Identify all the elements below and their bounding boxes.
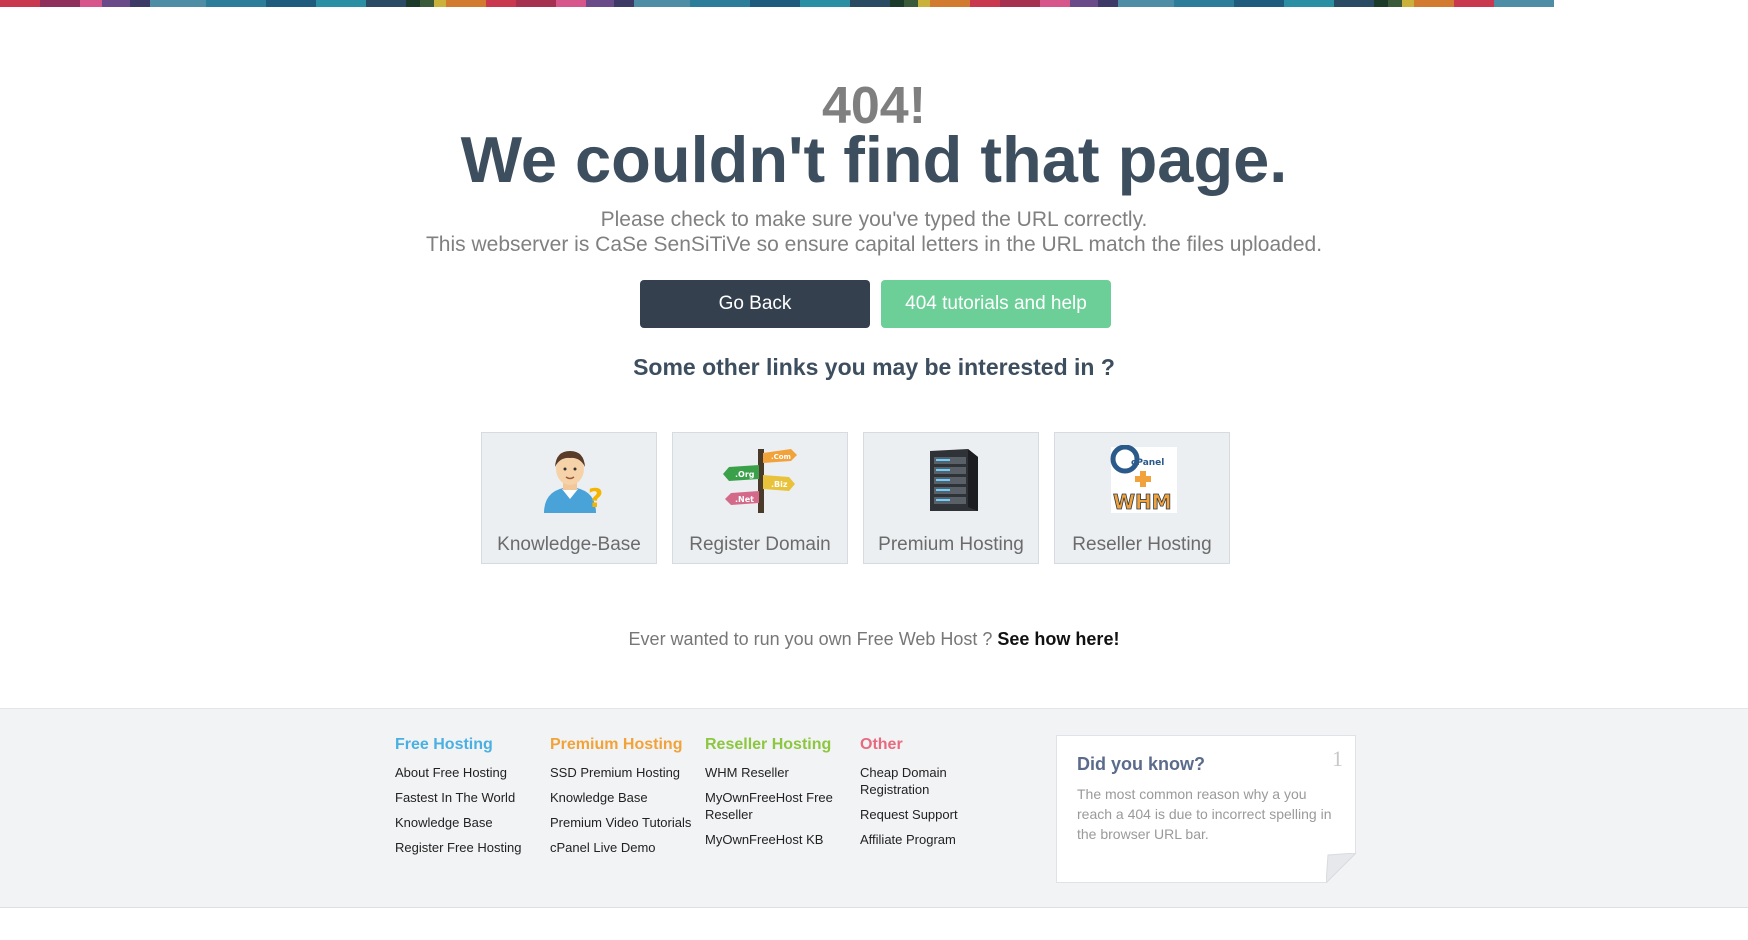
tile-label: Reseller Hosting bbox=[1072, 534, 1212, 555]
did-you-know-text: The most common reason why a you reach a… bbox=[1077, 786, 1332, 842]
footer-column-title: Reseller Hosting bbox=[705, 736, 832, 753]
footer-column-free-hosting: Free Hosting About Free Hosting Fastest … bbox=[395, 735, 545, 864]
footer-column-premium-hosting: Premium Hosting SSD Premium Hosting Know… bbox=[550, 735, 700, 864]
footer: Free Hosting About Free Hosting Fastest … bbox=[0, 708, 1748, 908]
footer-link[interactable]: Cheap Domain Registration bbox=[860, 764, 1010, 798]
svg-text:.Net: .Net bbox=[735, 495, 754, 504]
did-you-know-card: 1 Did you know? The most common reason w… bbox=[1056, 735, 1356, 883]
tile-label: Premium Hosting bbox=[878, 534, 1024, 555]
footer-link[interactable]: Register Free Hosting bbox=[395, 839, 545, 856]
page-title: We couldn't find that page. bbox=[460, 123, 1288, 196]
server-icon bbox=[930, 449, 978, 511]
top-color-stripe bbox=[0, 0, 1748, 7]
page-curl-icon bbox=[1326, 853, 1356, 883]
svg-text:.Org: .Org bbox=[735, 470, 755, 479]
footer-link[interactable]: Premium Video Tutorials bbox=[550, 814, 700, 831]
free-host-promo: Ever wanted to run you own Free Web Host… bbox=[0, 628, 1748, 650]
footer-link[interactable]: Knowledge Base bbox=[550, 789, 700, 806]
promo-text: Ever wanted to run you own Free Web Host… bbox=[628, 629, 998, 649]
tile-label: Register Domain bbox=[689, 534, 831, 555]
footer-link[interactable]: MyOwnFreeHost KB bbox=[705, 831, 855, 848]
footer-column-title: Other bbox=[860, 736, 903, 753]
error-message-case: This webserver is CaSe SenSiTiVe so ensu… bbox=[425, 233, 1323, 256]
footer-column-reseller-hosting: Reseller Hosting WHM Reseller MyOwnFreeH… bbox=[705, 735, 855, 856]
footer-link[interactable]: WHM Reseller bbox=[705, 764, 855, 781]
did-you-know-title: Did you know? bbox=[1077, 754, 1205, 774]
tip-number: 1 bbox=[1332, 746, 1343, 771]
footer-link[interactable]: Fastest In The World bbox=[395, 789, 545, 806]
footer-link[interactable]: Affiliate Program bbox=[860, 831, 1010, 848]
footer-link[interactable]: MyOwnFreeHost Free Reseller bbox=[705, 789, 855, 823]
footer-link[interactable]: Request Support bbox=[860, 806, 1010, 823]
see-how-link[interactable]: See how here! bbox=[997, 629, 1119, 649]
tutorials-help-button[interactable]: 404 tutorials and help bbox=[881, 280, 1111, 328]
footer-link[interactable]: About Free Hosting bbox=[395, 764, 545, 781]
knowledge-base-icon: ? bbox=[544, 451, 603, 514]
other-links-heading: Some other links you may be interested i… bbox=[633, 354, 1115, 380]
footer-link[interactable]: SSD Premium Hosting bbox=[550, 764, 700, 781]
cpanel-whm-icon: cPanel WHM bbox=[1110, 445, 1177, 514]
tile-register-domain[interactable]: .Com .Org .Biz .Net Register Domain bbox=[672, 432, 848, 564]
footer-column-title: Premium Hosting bbox=[550, 736, 683, 753]
svg-text:.Biz: .Biz bbox=[771, 480, 788, 489]
footer-column-title: Free Hosting bbox=[395, 736, 493, 753]
tile-premium-hosting[interactable]: Premium Hosting bbox=[863, 432, 1039, 564]
tile-label: Knowledge-Base bbox=[497, 534, 641, 555]
svg-text:cPanel: cPanel bbox=[1131, 458, 1164, 468]
svg-text:.Com: .Com bbox=[771, 453, 791, 461]
tile-knowledge-base[interactable]: ? Knowledge-Base bbox=[481, 432, 657, 564]
domain-signpost-icon: .Com .Org .Biz .Net bbox=[723, 449, 797, 513]
svg-text:?: ? bbox=[588, 484, 603, 514]
footer-link[interactable]: Knowledge Base bbox=[395, 814, 545, 831]
footer-link[interactable]: cPanel Live Demo bbox=[550, 839, 700, 856]
footer-column-other: Other Cheap Domain Registration Request … bbox=[860, 735, 1010, 856]
svg-text:WHM: WHM bbox=[1113, 490, 1172, 514]
tile-reseller-hosting[interactable]: cPanel WHM Reseller Hosting bbox=[1054, 432, 1230, 564]
go-back-button[interactable]: Go Back bbox=[640, 280, 870, 328]
error-message-url: Please check to make sure you've typed t… bbox=[600, 208, 1148, 231]
